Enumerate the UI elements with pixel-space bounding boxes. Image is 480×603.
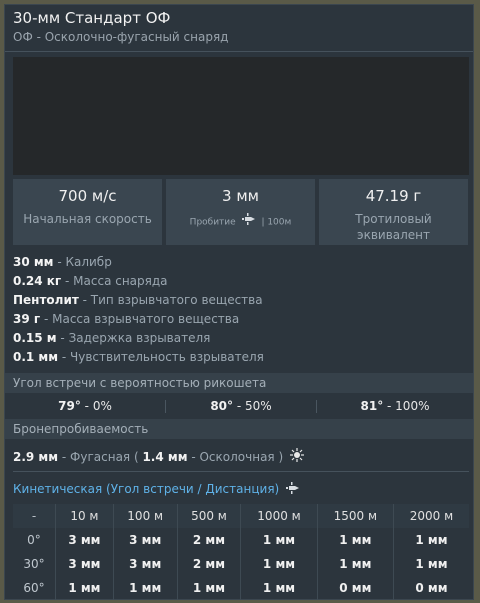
shell-info-panel: 30-мм Стандарт ОФ ОФ - Осколочно-фугасны… bbox=[4, 4, 474, 600]
kinetic-title-row: Кинетическая (Угол встречи / Дистанция) bbox=[13, 479, 303, 499]
property-value: 0.1 мм bbox=[13, 350, 59, 364]
property-label: Калибр bbox=[65, 255, 112, 269]
he-penetration-row: 2.9 мм - Фугасная ( 1.4 мм - Осколочная … bbox=[13, 446, 307, 468]
table-cell: 2 мм bbox=[176, 552, 241, 576]
shell-preview-image bbox=[13, 57, 469, 175]
stat-value: 700 м/с bbox=[58, 187, 117, 205]
property-value: 0.24 кг bbox=[13, 274, 62, 288]
ricochet-angle: 80° bbox=[210, 399, 234, 413]
property-label: Тип взрывчатого вещества bbox=[90, 293, 263, 307]
table-cell: 2 мм bbox=[176, 528, 241, 552]
table-header-cell: 2000 м bbox=[392, 504, 469, 528]
stat-label: Тротиловый эквивалент bbox=[355, 212, 432, 242]
property-value: Пентолит bbox=[13, 293, 79, 307]
table-row: 0° 3 мм 3 мм 2 мм 1 мм 1 мм 1 мм bbox=[13, 528, 469, 552]
property-value: 0.15 м bbox=[13, 331, 57, 345]
table-cell: 0 мм bbox=[392, 576, 469, 600]
he-label: Фугасная bbox=[70, 450, 131, 464]
property-label: Масса взрывчатого вещества bbox=[52, 312, 240, 326]
ricochet-item: 81° - 100% bbox=[360, 399, 430, 413]
table-cell: 1 мм bbox=[55, 576, 114, 600]
stat-label: Пробитие | 100м bbox=[166, 213, 315, 231]
property-explosive-type: Пентолит - Тип взрывчатого вещества bbox=[13, 293, 263, 307]
divider bbox=[5, 51, 473, 52]
penetration-icon bbox=[241, 213, 256, 231]
property-fuse-delay: 0.15 м - Задержка взрывателя bbox=[13, 331, 211, 345]
table-header-row: - 10 м 100 м 500 м 1000 м 1500 м 2000 м bbox=[13, 504, 469, 528]
ricochet-row: 79° - 0% 80° - 50% 81° - 100% bbox=[5, 397, 473, 415]
explosion-icon bbox=[289, 447, 304, 469]
table-row: 60° 1 мм 1 мм 1 мм 1 мм 0 мм 0 мм bbox=[13, 576, 469, 600]
table-header-cell: 1500 м bbox=[316, 504, 394, 528]
table-cell: 3 мм bbox=[112, 552, 178, 576]
stat-penetration: 3 мм Пробитие | 100м bbox=[166, 179, 315, 245]
property-fuse-sensitivity: 0.1 мм - Чувствительность взрывателя bbox=[13, 350, 264, 364]
table-header-cell: 500 м bbox=[176, 504, 241, 528]
penetration-icon bbox=[286, 480, 300, 500]
table-cell: 1 мм bbox=[392, 552, 469, 576]
ricochet-section-header: Угол встречи с вероятностью рикошета bbox=[5, 373, 473, 393]
shell-subtitle: ОФ - Осколочно-фугасный снаряд bbox=[13, 30, 229, 44]
table-header-cell: 100 м bbox=[112, 504, 178, 528]
stat-tnt-equivalent: 47.19 г Тротиловый эквивалент bbox=[319, 179, 468, 245]
stat-value: 3 мм bbox=[222, 187, 259, 205]
table-cell: 1 мм bbox=[240, 576, 318, 600]
ricochet-chance: 0% bbox=[92, 399, 112, 413]
stat-value: 47.19 г bbox=[365, 187, 422, 205]
ricochet-item: 80° - 50% bbox=[210, 399, 272, 413]
table-cell: 1 мм bbox=[316, 552, 394, 576]
table-cell: 1 мм bbox=[112, 576, 178, 600]
property-label: Чувствительность взрывателя bbox=[70, 350, 264, 364]
stat-label: Начальная скорость bbox=[23, 212, 152, 226]
shell-title: 30-мм Стандарт ОФ bbox=[13, 9, 171, 27]
table-header-cell: 10 м bbox=[55, 504, 114, 528]
frag-value: 1.4 мм bbox=[142, 450, 188, 464]
stat-label-suffix: | 100м bbox=[261, 217, 292, 228]
table-cell: 1 мм bbox=[240, 528, 318, 552]
section-title: Бронепробиваемость bbox=[13, 422, 149, 436]
table-cell: 60° bbox=[23, 581, 45, 595]
table-header-cell: - bbox=[13, 504, 56, 528]
table-cell: 0° bbox=[27, 533, 41, 547]
ricochet-chance: 100% bbox=[395, 399, 430, 413]
kinetic-penetration-table: - 10 м 100 м 500 м 1000 м 1500 м 2000 м … bbox=[13, 504, 469, 600]
table-header-cell: 1000 м bbox=[240, 504, 318, 528]
table-cell: 1 мм bbox=[176, 576, 241, 600]
stat-muzzle-velocity: 700 м/с Начальная скорость bbox=[13, 179, 162, 245]
table-cell: 3 мм bbox=[112, 528, 178, 552]
ricochet-item: 79° - 0% bbox=[58, 399, 112, 413]
armor-section-header: Бронепробиваемость bbox=[5, 419, 473, 439]
property-value: 39 г bbox=[13, 312, 41, 326]
property-list: 30 мм - Калибр 0.24 кг - Масса снаряда П… bbox=[13, 253, 264, 367]
table-cell: 1 мм bbox=[316, 528, 394, 552]
table-cell: 3 мм bbox=[55, 528, 114, 552]
property-label: Масса снаряда bbox=[73, 274, 168, 288]
table-cell: 1 мм bbox=[392, 528, 469, 552]
kinetic-title: Кинетическая (Угол встречи / Дистанция) bbox=[13, 482, 280, 496]
table-cell: 3 мм bbox=[55, 552, 114, 576]
table-cell: 1 мм bbox=[240, 552, 318, 576]
frag-label: Осколочная bbox=[199, 450, 275, 464]
he-value: 2.9 мм bbox=[13, 450, 59, 464]
property-value: 30 мм bbox=[13, 255, 54, 269]
table-cell: 30° bbox=[23, 557, 45, 571]
section-title: Угол встречи с вероятностью рикошета bbox=[13, 376, 267, 390]
property-caliber: 30 мм - Калибр bbox=[13, 255, 112, 269]
ricochet-chance: 50% bbox=[245, 399, 272, 413]
stat-label-prefix: Пробитие bbox=[189, 217, 236, 228]
property-shell-mass: 0.24 кг - Масса снаряда bbox=[13, 274, 168, 288]
ricochet-angle: 81° bbox=[360, 399, 384, 413]
divider bbox=[13, 471, 469, 472]
ricochet-angle: 79° bbox=[58, 399, 81, 413]
table-row: 30° 3 мм 3 мм 2 мм 1 мм 1 мм 1 мм bbox=[13, 552, 469, 576]
table-cell: 0 мм bbox=[316, 576, 394, 600]
property-explosive-mass: 39 г - Масса взрывчатого вещества bbox=[13, 312, 240, 326]
property-label: Задержка взрывателя bbox=[68, 331, 211, 345]
